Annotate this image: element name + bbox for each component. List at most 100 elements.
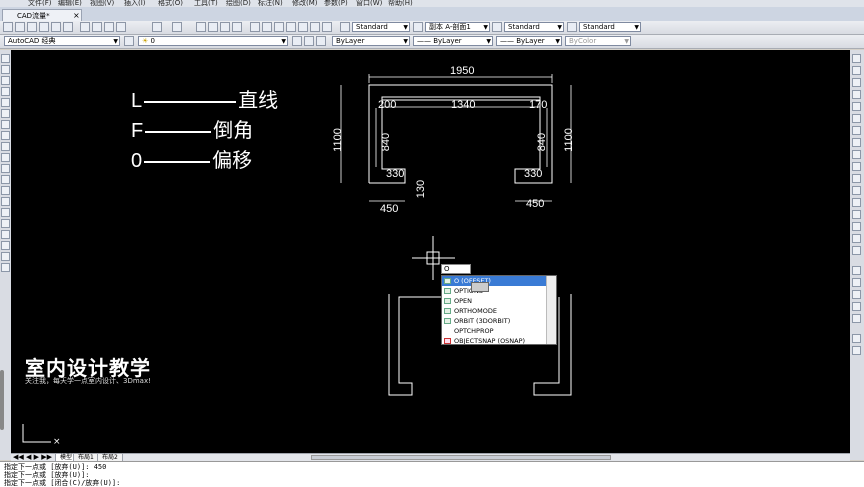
- properties-icon[interactable]: [250, 22, 260, 32]
- save-icon[interactable]: [27, 22, 37, 32]
- add-selected-icon[interactable]: [1, 263, 10, 272]
- trim-icon[interactable]: [852, 162, 861, 171]
- ellipse-arc-icon[interactable]: [1, 164, 10, 173]
- sheet-set-icon[interactable]: [286, 22, 296, 32]
- document-tab[interactable]: CAD流量* ×: [2, 9, 82, 21]
- autocomplete-item[interactable]: OBJECTSNAP (OSNAP): [442, 336, 548, 344]
- design-center-icon[interactable]: [262, 22, 272, 32]
- layer-previous-icon[interactable]: [316, 36, 326, 46]
- zoom-window-icon[interactable]: [220, 22, 230, 32]
- polyline-icon[interactable]: [1, 76, 10, 85]
- layer-select[interactable]: ☀ 0 ▼: [138, 36, 288, 46]
- offset-tool-icon[interactable]: [852, 90, 861, 99]
- make-object-layer-current-icon[interactable]: [304, 36, 314, 46]
- lineweight-select[interactable]: —— ByLayer ▼: [496, 36, 562, 46]
- redo-icon[interactable]: [172, 22, 182, 32]
- annotation-scale-select[interactable]: 副本 A-剖面1 ▼: [425, 22, 490, 32]
- construction-line-icon[interactable]: [1, 65, 10, 74]
- markup-icon[interactable]: [298, 22, 308, 32]
- line-icon[interactable]: [1, 54, 10, 63]
- workspace-select[interactable]: AutoCAD 经典 ▼: [4, 36, 120, 46]
- cut-icon[interactable]: [80, 22, 90, 32]
- side-handle[interactable]: [0, 370, 4, 430]
- publish-icon[interactable]: [63, 22, 73, 32]
- draw-order-icon[interactable]: [852, 266, 861, 275]
- join-icon[interactable]: [852, 210, 861, 219]
- text-style-select[interactable]: Standard ▼: [352, 22, 410, 32]
- copy-object-icon[interactable]: [852, 66, 861, 75]
- extend-icon[interactable]: [852, 174, 861, 183]
- array-icon[interactable]: [852, 102, 861, 111]
- preview-icon[interactable]: [51, 22, 61, 32]
- break-at-point-icon[interactable]: [852, 186, 861, 195]
- dim-text-right-450: 450: [526, 198, 544, 210]
- tool-palettes-icon[interactable]: [274, 22, 284, 32]
- fillet-icon[interactable]: [852, 234, 861, 243]
- insert-block-icon[interactable]: [1, 175, 10, 184]
- spline-icon[interactable]: [1, 142, 10, 151]
- zoom-realtime-icon[interactable]: [208, 22, 218, 32]
- copy-icon[interactable]: [92, 22, 102, 32]
- hatch-icon[interactable]: [1, 208, 10, 217]
- zoom-previous-icon[interactable]: [232, 22, 242, 32]
- send-under-icon[interactable]: [852, 314, 861, 323]
- polygon-icon[interactable]: [1, 87, 10, 96]
- circle-icon[interactable]: [1, 120, 10, 129]
- workspace-settings-icon[interactable]: [124, 36, 134, 46]
- send-to-back-icon[interactable]: [852, 290, 861, 299]
- explode-icon[interactable]: [852, 246, 861, 255]
- linetype-select[interactable]: —— ByLayer ▼: [413, 36, 493, 46]
- command-autocomplete-list[interactable]: O (OFFSET) OPTIONS OPEN ORTHOMODE ORBIT …: [441, 275, 557, 345]
- dynamic-command-input[interactable]: O: [441, 264, 471, 274]
- color-select[interactable]: ByLayer ▼: [332, 36, 410, 46]
- edit-text-icon[interactable]: [852, 346, 861, 355]
- new-icon[interactable]: [3, 22, 13, 32]
- erase-icon[interactable]: [852, 54, 861, 63]
- layer-properties-icon[interactable]: [292, 36, 302, 46]
- pan-icon[interactable]: [196, 22, 206, 32]
- arc-icon[interactable]: [1, 109, 10, 118]
- dim-text-1340: 1340: [451, 99, 475, 111]
- options-icon: [444, 288, 451, 294]
- tab-nav-icons[interactable]: ◀◀ ◀ ▶ ▶▶: [13, 453, 52, 461]
- autocomplete-item-label: OPEN: [454, 297, 473, 305]
- autocomplete-item[interactable]: OPTIONS: [442, 286, 548, 296]
- undo-icon[interactable]: [152, 22, 162, 32]
- gradient-icon[interactable]: [1, 219, 10, 228]
- bring-above-icon[interactable]: [852, 302, 861, 311]
- scale-icon[interactable]: [852, 138, 861, 147]
- move-icon[interactable]: [852, 114, 861, 123]
- autocomplete-item[interactable]: OPTCHPROP: [442, 326, 548, 336]
- autocomplete-item[interactable]: OPEN: [442, 296, 548, 306]
- match-properties-icon[interactable]: [116, 22, 126, 32]
- autocomplete-item[interactable]: ORBIT (3DORBIT): [442, 316, 548, 326]
- chamfer-icon[interactable]: [852, 222, 861, 231]
- bring-to-front-icon[interactable]: [852, 278, 861, 287]
- region-icon[interactable]: [1, 230, 10, 239]
- edit-hatch-icon[interactable]: [852, 334, 861, 343]
- autocomplete-item[interactable]: O (OFFSET): [442, 276, 548, 286]
- rotate-icon[interactable]: [852, 126, 861, 135]
- table-icon[interactable]: [1, 241, 10, 250]
- command-line-window[interactable]: 指定下一点或 [放弃(U)]: 450 指定下一点或 [放弃(U)]: 指定下一…: [0, 461, 864, 487]
- mirror-icon[interactable]: [852, 78, 861, 87]
- rectangle-icon[interactable]: [1, 98, 10, 107]
- print-icon[interactable]: [39, 22, 49, 32]
- open-icon[interactable]: [15, 22, 25, 32]
- autocomplete-item[interactable]: ORTHOMODE: [442, 306, 548, 316]
- make-block-icon[interactable]: [1, 186, 10, 195]
- break-icon[interactable]: [852, 198, 861, 207]
- help-icon[interactable]: [322, 22, 332, 32]
- multileader-style-select[interactable]: Standard ▼: [579, 22, 641, 32]
- dim-style-select[interactable]: Standard ▼: [504, 22, 564, 32]
- revision-cloud-icon[interactable]: [1, 131, 10, 140]
- point-icon[interactable]: [1, 197, 10, 206]
- stretch-icon[interactable]: [852, 150, 861, 159]
- ellipse-icon[interactable]: [1, 153, 10, 162]
- horizontal-scrollbar-thumb[interactable]: [311, 455, 611, 460]
- paste-icon[interactable]: [104, 22, 114, 32]
- autocomplete-scrollbar[interactable]: [546, 276, 556, 344]
- calculator-icon[interactable]: [310, 22, 320, 32]
- drawing-canvas[interactable]: 1950 200 1340 170 1100 1100 840 840 330 …: [11, 50, 850, 453]
- multiline-text-icon[interactable]: [1, 252, 10, 261]
